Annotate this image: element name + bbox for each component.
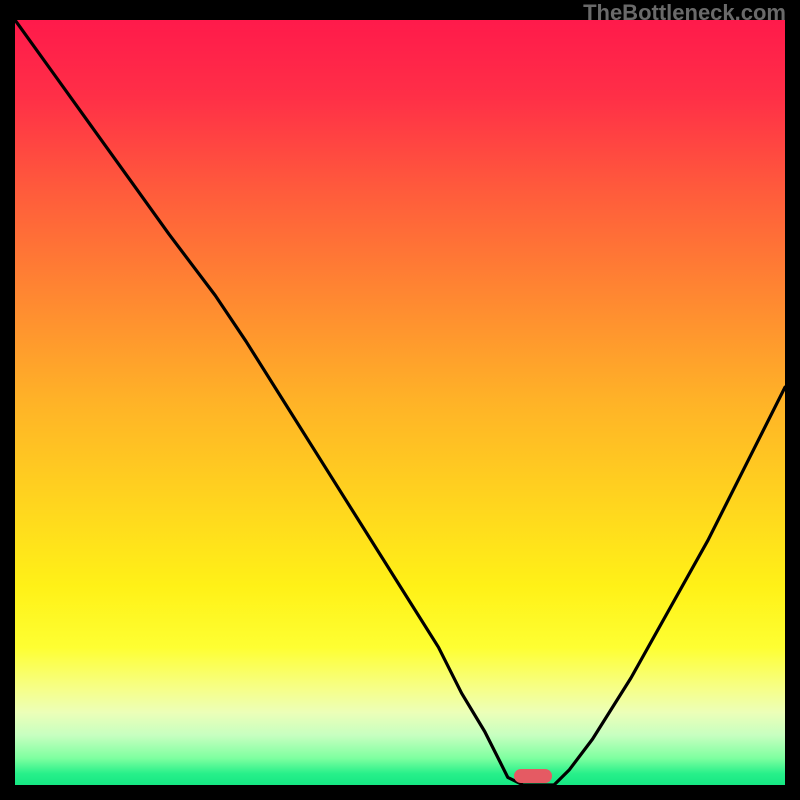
- watermark-text: TheBottleneck.com: [583, 0, 786, 26]
- optimal-range-marker: [514, 769, 552, 783]
- bottleneck-curve: [15, 20, 785, 785]
- plot-area: [15, 20, 785, 785]
- chart-frame: TheBottleneck.com: [0, 0, 800, 800]
